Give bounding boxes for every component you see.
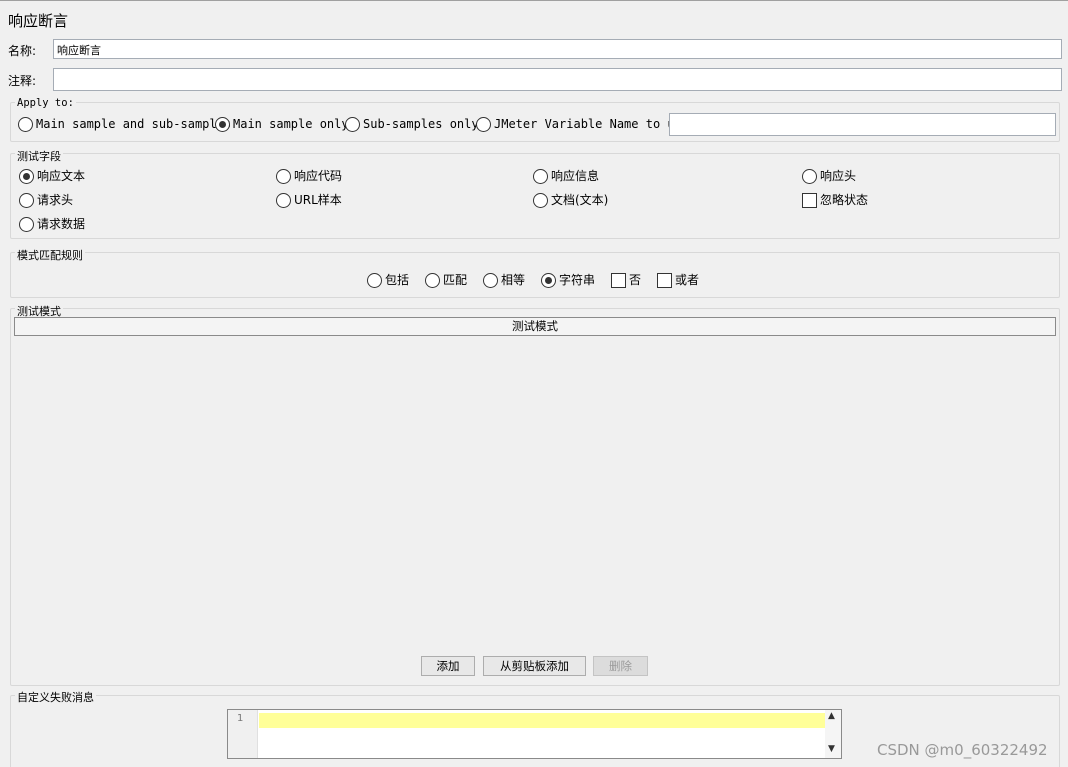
radio-label: 响应头 [820, 169, 857, 183]
panel-title: 响应断言 [8, 12, 69, 30]
chevron-down-icon[interactable]: ▼ [828, 744, 835, 754]
radio-indicator [483, 273, 498, 288]
name-input[interactable]: 响应断言 [53, 39, 1062, 59]
apply-to-legend: Apply to: [15, 97, 76, 109]
rule-substring-radio[interactable]: 字符串 [541, 271, 595, 288]
current-line-highlight [259, 713, 825, 728]
field-response-message-radio[interactable]: 响应信息 [533, 167, 599, 184]
field-request-data-radio[interactable]: 请求数据 [19, 215, 85, 232]
checkbox-label: 否 [629, 273, 642, 287]
checkbox-label: 忽略状态 [820, 193, 869, 207]
patterns-table-header[interactable]: 测试模式 [14, 317, 1056, 336]
radio-label: 请求数据 [37, 217, 86, 231]
custom-message-legend: 自定义失败消息 [15, 689, 96, 705]
radio-label: 匹配 [443, 273, 468, 287]
matching-rules-group [10, 252, 1060, 298]
radio-indicator [367, 273, 382, 288]
field-request-headers-radio[interactable]: 请求头 [19, 191, 73, 208]
radio-label: 请求头 [37, 193, 74, 207]
radio-indicator [802, 169, 817, 184]
line-number-gutter: 1 [228, 710, 258, 758]
radio-indicator [19, 193, 34, 208]
rule-or-checkbox[interactable]: 或者 [657, 271, 699, 288]
radio-indicator [276, 193, 291, 208]
add-from-clipboard-button[interactable]: 从剪贴板添加 [483, 656, 586, 676]
radio-indicator-selected [215, 117, 230, 132]
radio-label: JMeter Variable Name to use [494, 117, 690, 131]
add-pattern-button[interactable]: 添加 [421, 656, 475, 676]
rule-equals-radio[interactable]: 相等 [483, 271, 525, 288]
field-document-text-radio[interactable]: 文档(文本) [533, 191, 608, 208]
radio-indicator [533, 193, 548, 208]
radio-indicator [533, 169, 548, 184]
line-number: 1 [237, 713, 244, 724]
radio-indicator [276, 169, 291, 184]
radio-indicator [425, 273, 440, 288]
rule-not-checkbox[interactable]: 否 [611, 271, 641, 288]
checkbox-indicator [657, 273, 672, 288]
watermark: CSDN @m0_60322492 [877, 741, 1048, 759]
radio-label: URL样本 [294, 193, 342, 207]
ignore-status-checkbox[interactable]: 忽略状态 [802, 191, 868, 208]
patterns-table-body[interactable] [14, 336, 1056, 648]
test-field-legend: 测试字段 [15, 148, 63, 164]
checkbox-indicator [802, 193, 817, 208]
radio-label: Main sample and sub-samples [36, 117, 232, 131]
field-response-text-radio[interactable]: 响应文本 [19, 167, 85, 184]
apply-jmeter-variable-radio[interactable]: JMeter Variable Name to use [476, 117, 689, 132]
apply-main-only-radio[interactable]: Main sample only [215, 117, 349, 132]
checkbox-label: 或者 [675, 273, 700, 287]
radio-label: 字符串 [559, 273, 596, 287]
radio-label: Main sample only [233, 117, 349, 131]
jmeter-variable-input[interactable] [669, 113, 1056, 136]
chevron-up-icon[interactable]: ▲ [828, 711, 835, 721]
radio-label: 响应文本 [37, 169, 86, 183]
radio-indicator [19, 217, 34, 232]
radio-label: 文档(文本) [551, 193, 609, 207]
radio-label: 响应代码 [294, 169, 343, 183]
radio-indicator-selected [19, 169, 34, 184]
response-assertion-panel: 响应断言 名称: 响应断言 注释: Apply to: Main sample … [0, 0, 1068, 767]
radio-label: Sub-samples only [363, 117, 479, 131]
delete-pattern-button[interactable]: 删除 [593, 656, 648, 676]
custom-message-editor[interactable]: 1 ▲ ▼ [227, 709, 842, 759]
editor-vertical-scrollbar[interactable]: ▲ ▼ [825, 710, 841, 758]
rule-contains-radio[interactable]: 包括 [367, 271, 409, 288]
apply-main-and-sub-radio[interactable]: Main sample and sub-samples [18, 117, 231, 132]
radio-indicator [345, 117, 360, 132]
radio-label: 包括 [385, 273, 410, 287]
matching-rules-legend: 模式匹配规则 [15, 247, 85, 263]
field-response-headers-radio[interactable]: 响应头 [802, 167, 856, 184]
radio-label: 相等 [501, 273, 526, 287]
checkbox-indicator [611, 273, 626, 288]
radio-indicator [18, 117, 33, 132]
comment-input[interactable] [53, 68, 1062, 91]
radio-indicator-selected [541, 273, 556, 288]
radio-label: 响应信息 [551, 169, 600, 183]
radio-indicator [476, 117, 491, 132]
comment-label: 注释: [8, 74, 37, 88]
field-url-sampled-radio[interactable]: URL样本 [276, 191, 342, 208]
apply-sub-only-radio[interactable]: Sub-samples only [345, 117, 479, 132]
field-response-code-radio[interactable]: 响应代码 [276, 167, 342, 184]
rule-matches-radio[interactable]: 匹配 [425, 271, 467, 288]
name-label: 名称: [8, 44, 37, 58]
